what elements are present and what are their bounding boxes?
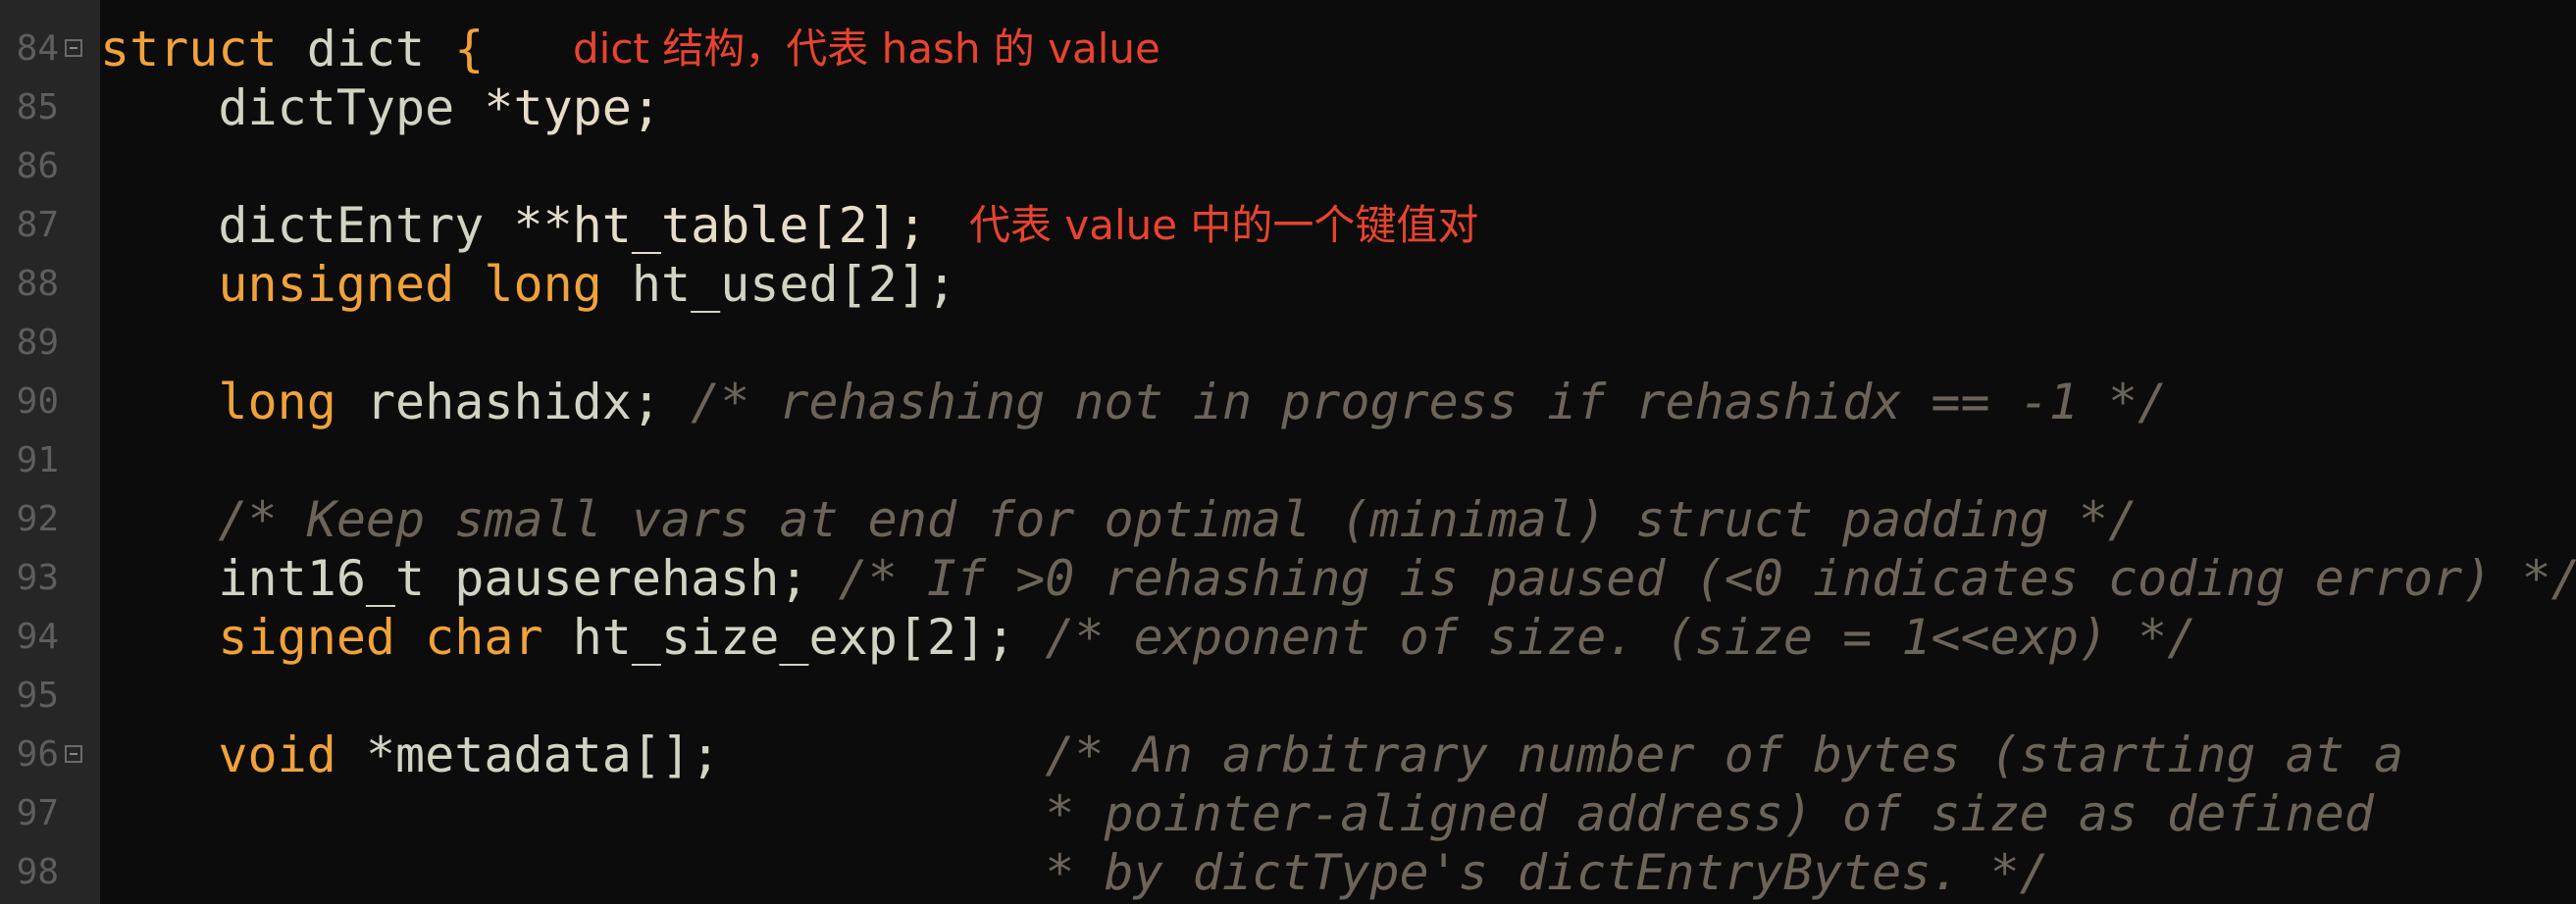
line-number: 91 [16,440,59,480]
line-number: 98 [16,852,59,892]
comment: /* Keep small vars at end for optimal (m… [218,491,2138,548]
code-text[interactable]: dictType *type; [100,78,661,137]
code-line-94[interactable]: 94 signed char ht_size_exp[2]; /* expone… [0,608,2576,667]
comment: /* An arbitrary number of bytes (startin… [1045,727,2404,783]
line-number: 97 [16,793,59,833]
line-number: 87 [16,205,59,245]
comment: /* exponent of size. (size = 1<<exp) */ [1045,609,2197,666]
code-line-95[interactable]: 95 [0,667,2576,726]
declarator: rehashidx; [365,374,661,430]
code-line-91[interactable]: 91 [0,431,2576,490]
line-number: 92 [16,499,59,539]
code-line-92[interactable]: 92 /* Keep small vars at end for optimal… [0,490,2576,549]
keyword: void [218,727,336,783]
comment: * pointer-aligned address) of size as de… [1045,785,2374,842]
punctuation: { [454,21,485,77]
type-name: int16_t [218,550,426,607]
code-line-87[interactable]: 87 dictEntry **ht_table[2]; 代表 value 中的一… [0,196,2576,255]
keyword: struct [100,21,278,77]
code-text[interactable]: int16_t pauserehash; /* If >0 rehashing … [100,549,2576,608]
keyword: long [484,256,602,313]
line-number: 96 [16,734,59,775]
code-line-90[interactable]: 90 long rehashidx; /* rehashing not in p… [0,373,2576,431]
fold-toggle-icon[interactable] [65,39,82,57]
keyword: unsigned [218,256,455,313]
code-text[interactable]: * by dictType's dictEntryBytes. */ [100,843,2049,902]
code-text[interactable]: long rehashidx; /* rehashing not in prog… [100,373,2167,431]
code-text[interactable]: signed char ht_size_exp[2]; /* exponent … [100,608,2196,667]
line-number: 89 [16,323,59,363]
identifier: dict [306,21,426,77]
code-line-98[interactable]: 98 * by dictType's dictEntryBytes. */ [0,843,2576,902]
declarator: ht_size_exp[2]; [572,609,1016,666]
declarator: pauserehash; [454,550,809,607]
line-number: 86 [16,146,59,186]
annotation-dict-structure: dict 结构，代表 hash 的 value [573,25,1160,73]
code-line-85[interactable]: 85 dictType *type; [0,78,2576,137]
code-text[interactable]: /* Keep small vars at end for optimal (m… [100,490,2138,549]
code-editor[interactable]: 84 struct dict { dict 结构，代表 hash 的 value… [0,0,2576,904]
code-line-97[interactable]: 97 * pointer-aligned address) of size as… [0,784,2576,843]
code-line-86[interactable]: 86 [0,137,2576,196]
comment: /* If >0 rehashing is paused (<0 indicat… [838,550,2576,607]
type-name: dictType [218,79,455,136]
comment: * by dictType's dictEntryBytes. */ [1045,844,2049,901]
code-text[interactable]: void *metadata[]; /* An arbitrary number… [100,726,2403,784]
code-line-96[interactable]: 96 void *metadata[]; /* An arbitrary num… [0,726,2576,784]
keyword: char [425,609,543,666]
code-line-89[interactable]: 89 [0,314,2576,373]
declarator: *metadata[]; [365,727,721,783]
code-line-93[interactable]: 93 int16_t pauserehash; /* If >0 rehashi… [0,549,2576,608]
line-number: 85 [16,87,59,127]
line-number: 90 [16,381,59,422]
line-number: 93 [16,558,59,598]
code-text[interactable]: dictEntry **ht_table[2]; [100,196,927,255]
type-name: dictEntry [218,197,485,254]
declarator: ht_used[2]; [631,256,957,313]
keyword: long [218,374,336,430]
code-text[interactable]: * pointer-aligned address) of size as de… [100,784,2374,843]
code-text[interactable]: unsigned long ht_used[2]; [100,255,956,314]
declarator: *type; [484,79,661,136]
declarator: **ht_table[2]; [513,197,927,254]
code-text[interactable]: struct dict { [100,20,484,78]
fold-toggle-icon[interactable] [65,745,82,763]
line-number: 84 [16,28,59,69]
code-line-88[interactable]: 88 unsigned long ht_used[2]; [0,255,2576,314]
comment: /* rehashing not in progress if rehashid… [691,374,2168,430]
line-number: 94 [16,617,59,657]
line-number: 95 [16,676,59,716]
keyword: signed [218,609,396,666]
code-line-84[interactable]: 84 struct dict { dict 结构，代表 hash 的 value [0,20,2576,78]
line-number: 88 [16,264,59,304]
annotation-key-value-pair: 代表 value 中的一个键值对 [969,201,1479,249]
